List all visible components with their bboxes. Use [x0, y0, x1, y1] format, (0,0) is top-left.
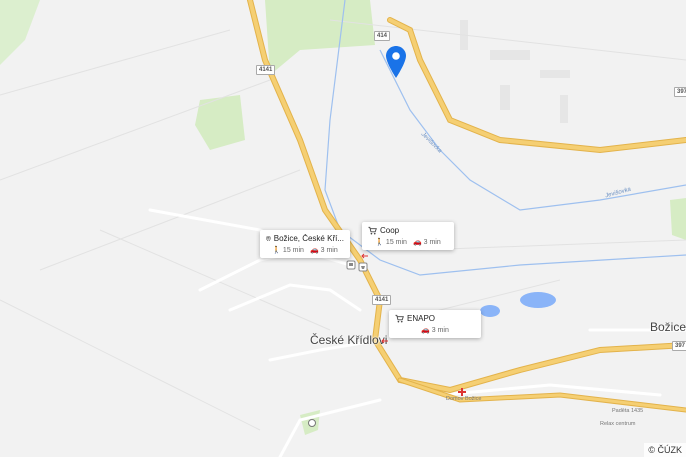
place-label: Paděta 1435 [612, 408, 644, 414]
town-label-bozice: Božice [650, 320, 686, 334]
map-background [0, 0, 686, 457]
road-shield-4141-south: 4141 [372, 295, 392, 305]
road-shield-4141: 4141 [256, 65, 276, 75]
walk-time: 🚶 15 min [375, 239, 407, 246]
bus-stop-icon[interactable] [346, 260, 356, 270]
drive-time: 🚗 3 min [421, 327, 449, 334]
poi-card-bus-stop[interactable]: Božice, České Kří... 🚶 15 min 🚗 3 min [260, 230, 350, 258]
road-shield-397-north: 397 [674, 87, 686, 97]
cart-icon [395, 314, 404, 323]
hospital-icon[interactable] [458, 388, 466, 396]
road-shield-397-east: 397 [672, 341, 686, 351]
copyright-notice[interactable]: © ČÚZK [644, 443, 686, 457]
drive-time: 🚗 3 min [412, 239, 441, 246]
poi-marker-icon[interactable] [308, 419, 316, 427]
poi-card-title: Coop [380, 226, 400, 235]
road-shield-414: 414 [374, 31, 391, 41]
town-label-ceske-kridlovice: České Křídlovi [310, 333, 388, 347]
arrow-icon [381, 338, 388, 344]
place-label: Domov Božice [446, 396, 482, 402]
walk-time: 🚶 15 min [272, 247, 304, 254]
poi-card-coop[interactable]: Coop 🚶 15 min 🚗 3 min [362, 222, 454, 250]
drive-time: 🚗 3 min [309, 247, 338, 254]
shop-icon[interactable] [358, 262, 368, 272]
place-label: Relax centrum [600, 421, 636, 427]
poi-card-enapo[interactable]: ENAPO 🚗 3 min [389, 310, 481, 338]
bus-icon [266, 236, 271, 241]
arrow-icon [361, 253, 368, 259]
cart-icon [368, 226, 377, 235]
location-pin-icon[interactable] [385, 45, 407, 79]
poi-card-title: ENAPO [407, 314, 436, 323]
map-view[interactable]: 414 4141 4141 397 397 Jevišovka Jevišovk… [0, 0, 686, 457]
poi-card-title: Božice, České Kří... [273, 234, 344, 243]
